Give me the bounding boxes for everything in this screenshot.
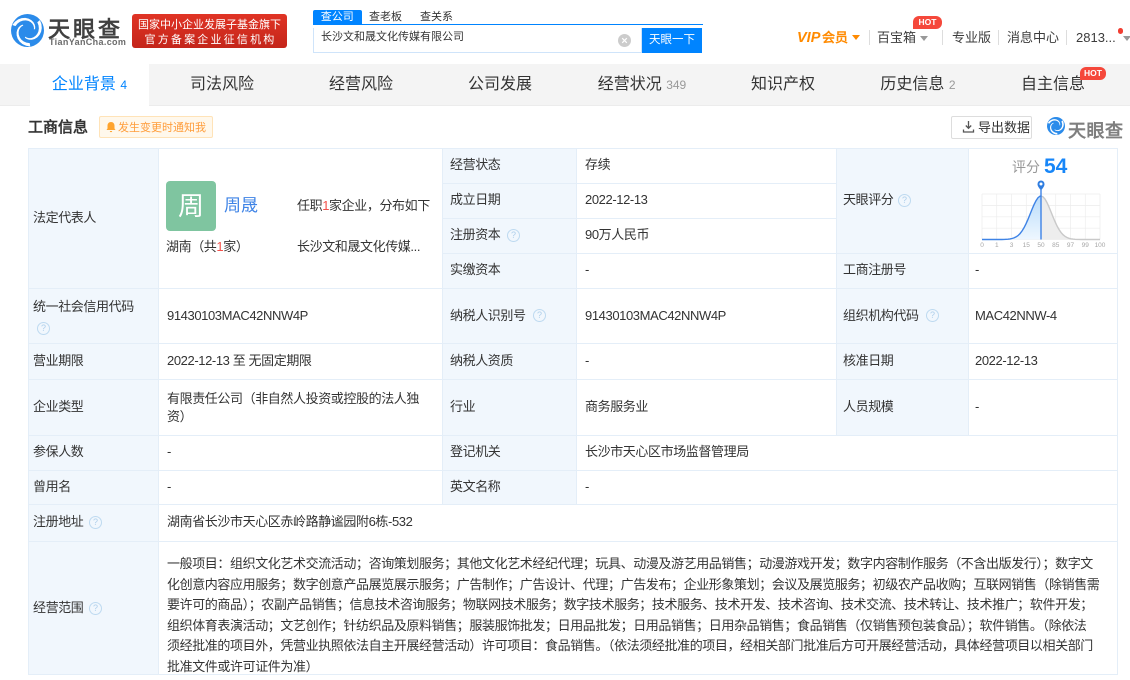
svg-text:100: 100 [1095,242,1106,249]
svg-text:3: 3 [1010,242,1014,249]
svg-text:99: 99 [1082,242,1090,249]
svg-text:85: 85 [1052,242,1060,249]
svg-text:97: 97 [1067,242,1075,249]
svg-text:50: 50 [1037,242,1045,249]
svg-text:0: 0 [980,242,984,249]
svg-text:1: 1 [995,242,999,249]
svg-text:15: 15 [1023,242,1031,249]
